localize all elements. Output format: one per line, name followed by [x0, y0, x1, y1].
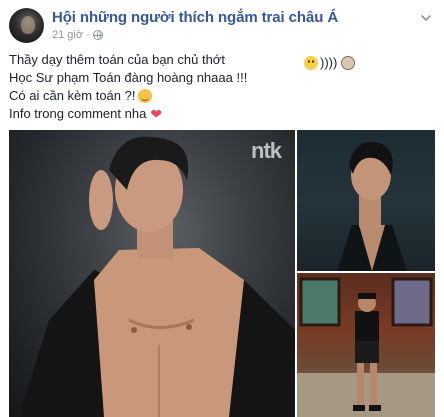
post-line-4: Info trong comment nha ❤	[9, 106, 163, 122]
chevron-down-icon[interactable]	[420, 12, 432, 24]
post-line-2: Học Sư phạm Toán đàng hoàng nhaaa !!!	[9, 70, 248, 85]
group-name-link[interactable]: Hội những người thích ngắm trai châu Á	[52, 9, 338, 26]
post-meta: 21 giờ ·	[52, 29, 103, 41]
profile-man-figure	[337, 141, 407, 271]
shirtless-man-figure	[19, 136, 295, 417]
emoji-trail-text: ))))	[320, 55, 338, 70]
facebook-post: Hội những người thích ngắm trai châu Á 2…	[0, 0, 444, 417]
group-avatar[interactable]	[9, 8, 44, 43]
globe-icon	[92, 30, 103, 40]
heart-icon: ❤	[150, 106, 163, 122]
photo-main[interactable]: ntk	[9, 130, 295, 417]
avatar-face	[21, 16, 35, 34]
photo-bottom-right[interactable]	[297, 273, 435, 417]
smile-emoji-icon	[304, 55, 318, 70]
photo-top-right[interactable]	[297, 130, 435, 271]
post-text: Thầy dạy thêm toán của bạn chủ thớt Học …	[9, 51, 247, 123]
timestamp-link[interactable]: 21 giờ	[52, 29, 83, 41]
post-line-3: Có ai cần kèm toán ?!	[9, 87, 247, 105]
separator-dot: ·	[86, 29, 90, 41]
line-1-emoji-trail: ))))	[301, 55, 356, 70]
photo-watermark: ntk	[251, 138, 282, 163]
blush-emoji-icon	[138, 89, 153, 103]
person-emoji-icon	[341, 55, 356, 70]
post-line-1: Thầy dạy thêm toán của bạn chủ thớt	[9, 52, 225, 67]
standing-man-figure	[297, 277, 435, 417]
